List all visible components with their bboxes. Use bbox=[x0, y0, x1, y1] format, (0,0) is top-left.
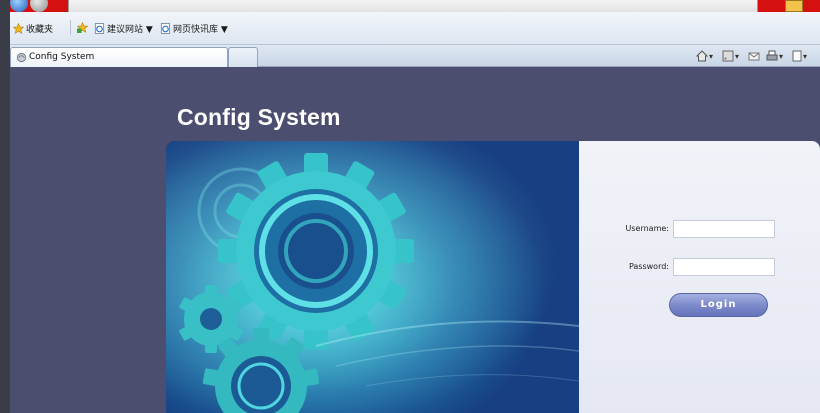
tab-config-system[interactable]: Config System bbox=[10, 47, 228, 67]
home-icon bbox=[696, 50, 708, 62]
home-dropdown[interactable]: ▾ bbox=[709, 52, 713, 61]
address-bar[interactable] bbox=[68, 0, 758, 12]
search-icon[interactable] bbox=[785, 0, 803, 12]
web-slice-gallery-link[interactable]: 网页快讯库 ▼ bbox=[160, 22, 228, 35]
home-button[interactable]: ▾ bbox=[696, 46, 713, 66]
login-panel: Username: Password: Login bbox=[579, 141, 820, 413]
suggested-sites-label: 建议网站 ▼ bbox=[107, 25, 153, 35]
separator bbox=[70, 20, 71, 35]
feeds-dropdown[interactable]: ▾ bbox=[735, 52, 739, 61]
suggested-sites-link[interactable]: 建议网站 ▼ bbox=[94, 22, 153, 35]
print-icon bbox=[766, 50, 778, 61]
back-button[interactable] bbox=[10, 0, 28, 12]
mail-icon bbox=[748, 52, 760, 61]
username-label: Username: bbox=[625, 224, 669, 233]
login-button[interactable]: Login bbox=[669, 293, 768, 317]
window-left-edge bbox=[0, 0, 10, 413]
favorites-bar: 收藏夹 建议网站 ▼ 网页快讯库 ▼ bbox=[10, 12, 820, 45]
password-field[interactable] bbox=[673, 258, 775, 276]
print-dropdown[interactable]: ▾ bbox=[779, 52, 783, 61]
page-menu-icon bbox=[792, 50, 802, 62]
feeds-button[interactable]: ▾ bbox=[722, 46, 739, 66]
print-button[interactable]: ▾ bbox=[766, 46, 783, 66]
add-to-favorites-button[interactable] bbox=[77, 22, 88, 33]
page-title: Config System bbox=[177, 104, 341, 130]
add-favorites-icon bbox=[77, 22, 88, 33]
forward-button[interactable] bbox=[30, 0, 48, 12]
ie-page-icon bbox=[94, 23, 105, 34]
new-tab-button[interactable] bbox=[228, 47, 258, 67]
tab-title: Config System bbox=[29, 52, 95, 62]
ie-page-icon bbox=[160, 23, 171, 34]
page-icon bbox=[16, 52, 27, 63]
star-icon bbox=[13, 23, 24, 34]
favorites-button[interactable]: 收藏夹 bbox=[13, 22, 53, 35]
gears-banner-image bbox=[166, 141, 579, 413]
tab-row: Config System ▾ ▾ ▾ ▾ bbox=[10, 45, 820, 67]
gears-illustration bbox=[166, 141, 579, 413]
browser-title-bar bbox=[10, 0, 820, 12]
favorites-label: 收藏夹 bbox=[26, 25, 54, 35]
username-field[interactable] bbox=[673, 220, 775, 238]
password-label: Password: bbox=[628, 262, 669, 271]
web-slice-gallery-label: 网页快讯库 ▼ bbox=[173, 25, 228, 35]
mail-button[interactable] bbox=[748, 46, 760, 66]
page-menu-button[interactable]: ▾ bbox=[792, 46, 807, 66]
page-menu-dropdown[interactable]: ▾ bbox=[803, 52, 807, 61]
rss-icon bbox=[722, 50, 734, 62]
